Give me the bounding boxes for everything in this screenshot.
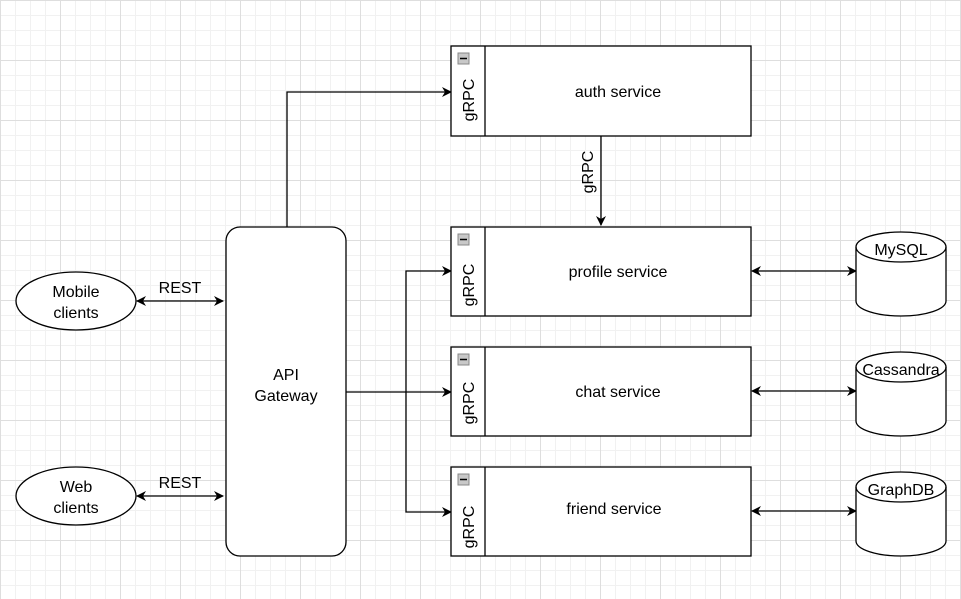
auth-service-interface: gRPC (461, 79, 478, 122)
edge-mobile-gateway[interactable]: REST (136, 280, 224, 306)
collapse-icon[interactable] (457, 233, 470, 246)
node-web-clients[interactable]: Web clients (15, 466, 137, 526)
edge-gateway-friend[interactable] (405, 392, 452, 517)
profile-service-label: profile service (569, 264, 668, 281)
node-mysql-db[interactable]: MySQL (855, 231, 947, 317)
node-chat-service[interactable]: gRPC chat service (450, 346, 752, 437)
node-profile-service[interactable]: gRPC profile service (450, 226, 752, 317)
architecture-diagram: REST REST gRPC Mobile clients Web client… (15, 45, 947, 557)
web-clients-line2: clients (53, 500, 98, 517)
web-clients-line1: Web (60, 479, 93, 496)
edge-gateway-auth[interactable] (286, 87, 452, 227)
edge-label-rest-web: REST (159, 475, 202, 492)
chat-service-label: chat service (575, 384, 660, 401)
mysql-label: MySQL (874, 242, 927, 259)
friend-service-interface: gRPC (461, 506, 478, 549)
node-graphdb-db[interactable]: GraphDB (855, 471, 947, 557)
edge-gateway-profile[interactable] (405, 266, 452, 392)
edge-label-grpc-auth-profile: gRPC (580, 151, 597, 194)
mobile-clients-line1: Mobile (52, 284, 99, 301)
node-cassandra-db[interactable]: Cassandra (855, 351, 947, 437)
node-mobile-clients[interactable]: Mobile clients (15, 271, 137, 331)
cassandra-label: Cassandra (862, 362, 939, 379)
edge-label-rest-mobile: REST (159, 280, 202, 297)
node-friend-service[interactable]: gRPC friend service (450, 466, 752, 557)
node-api-gateway[interactable]: API Gateway (225, 226, 347, 557)
profile-service-interface: gRPC (461, 264, 478, 307)
collapse-icon[interactable] (457, 52, 470, 65)
edge-web-gateway[interactable]: REST (136, 475, 224, 501)
chat-service-interface: gRPC (461, 382, 478, 425)
collapse-icon[interactable] (457, 353, 470, 366)
graphdb-label: GraphDB (868, 482, 935, 499)
edge-auth-profile[interactable]: gRPC (580, 136, 606, 226)
auth-service-label: auth service (575, 84, 661, 101)
collapse-icon[interactable] (457, 473, 470, 486)
api-gateway-line2: Gateway (254, 388, 317, 405)
mobile-clients-line2: clients (53, 305, 98, 322)
api-gateway-line1: API (273, 367, 299, 384)
friend-service-label: friend service (566, 501, 661, 518)
node-auth-service[interactable]: gRPC auth service (450, 45, 752, 137)
